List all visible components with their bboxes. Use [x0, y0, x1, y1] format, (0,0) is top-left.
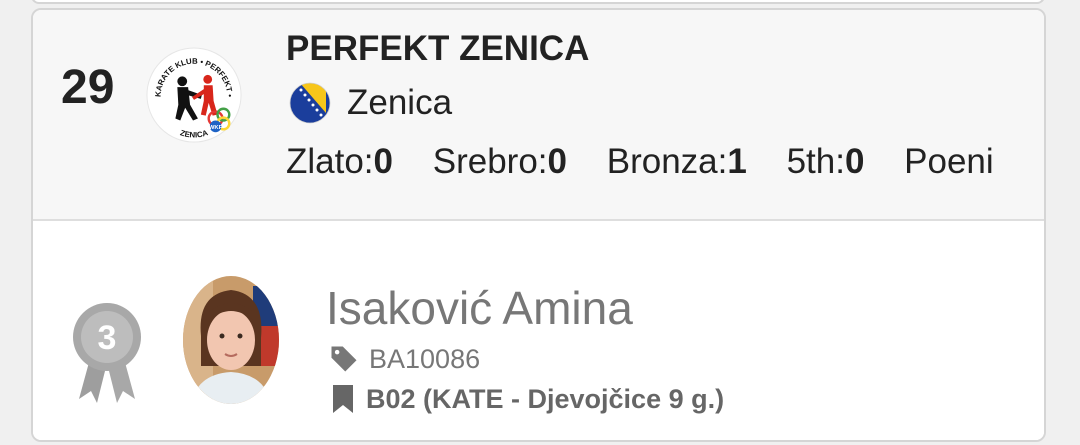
medal-fifth: 5th:0: [786, 142, 865, 181]
athlete-category: B02 (KATE - Djevojčice 9 g.): [366, 383, 725, 414]
athlete-avatar[interactable]: [183, 276, 279, 404]
athlete-row[interactable]: 3 Isaković Amina BA10086 B02 (KATE - Dje…: [33, 221, 1044, 440]
club-city: Zenica: [347, 83, 453, 122]
bookmark-icon: [333, 385, 353, 413]
place-number: 3: [98, 319, 117, 357]
medal-silver: Srebro:0: [432, 142, 567, 181]
medal-bronze: Bronza:1: [606, 142, 747, 181]
previous-card-edge: [31, 0, 1045, 4]
logo-badge-text: WKF: [209, 125, 223, 131]
medal-counts: Zlato:0 Srebro:0 Bronza:1 5th:0 Poeni: [286, 140, 1024, 184]
bronze-medal-ribbon-icon: 3: [73, 303, 141, 403]
athlete-name: Isaković Amina: [326, 282, 633, 334]
club-logo-icon: KARATE KLUB • PERFEKT • WKF ZENICA: [146, 47, 242, 143]
bosnia-herzegovina-flag-icon: [289, 82, 331, 124]
medal-gold: Zlato:0: [286, 142, 394, 181]
points: Poeni: [904, 142, 994, 181]
club-location: Zenica: [289, 80, 452, 126]
club-rank: 29: [61, 61, 115, 114]
club-result-card: 29 KARATE KLUB • PERFEKT • WKF ZENICA PE…: [31, 8, 1046, 442]
club-header[interactable]: 29 KARATE KLUB • PERFEKT • WKF ZENICA PE…: [33, 10, 1044, 221]
athlete-id-row: BA10086: [329, 341, 480, 377]
athlete-license-id: BA10086: [369, 343, 481, 374]
club-name: PERFEKT ZENICA: [286, 29, 590, 68]
tag-icon: [331, 346, 357, 372]
athlete-category-row: B02 (KATE - Djevojčice 9 g.): [332, 381, 724, 417]
